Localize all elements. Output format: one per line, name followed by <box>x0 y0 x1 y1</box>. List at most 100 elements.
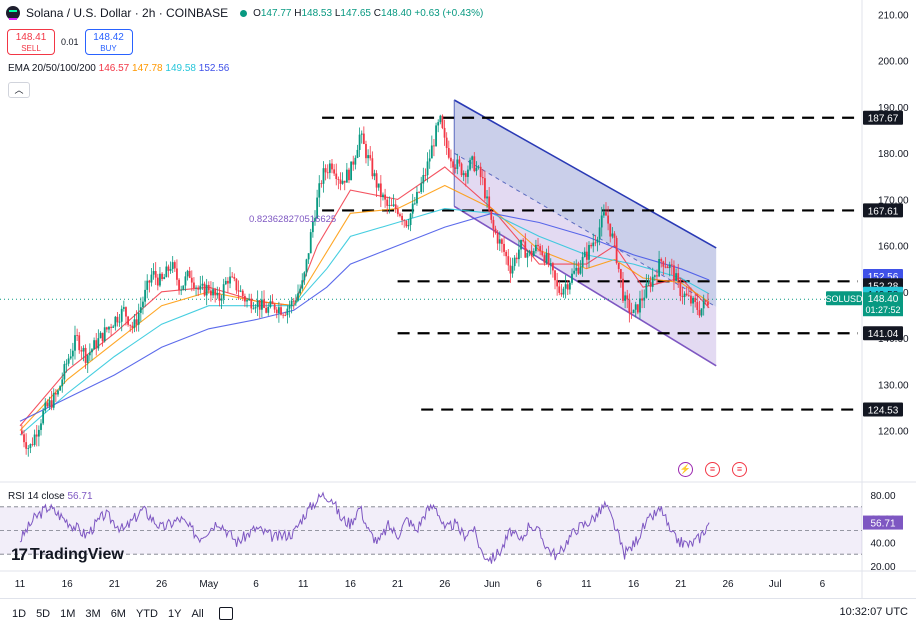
candle-body <box>643 297 646 301</box>
sell-button[interactable]: 148.41 SELL <box>7 29 55 55</box>
time-tick-label: Jun <box>484 579 500 590</box>
candle-body <box>218 292 221 301</box>
candle-body <box>545 253 548 263</box>
spread-value: 0.01 <box>61 37 79 47</box>
candle-body <box>636 304 639 313</box>
timeframe-ytd[interactable]: YTD <box>131 608 163 620</box>
candle-body <box>103 327 106 342</box>
timeframe-1d[interactable]: 1D <box>7 608 31 620</box>
candle-body <box>167 266 170 271</box>
candle-body <box>632 309 635 313</box>
candle-body <box>426 161 429 176</box>
chart-canvas[interactable]: 120.00130.00140.00150.00160.00170.00180.… <box>0 0 916 627</box>
candle-body <box>186 270 189 277</box>
candle-body <box>602 212 605 216</box>
candle-body <box>390 204 393 206</box>
buy-button[interactable]: 148.42 BUY <box>84 29 133 55</box>
time-tick-label: 11 <box>15 579 26 590</box>
candle-body <box>20 430 23 435</box>
candle-body <box>630 312 633 314</box>
candle-body <box>515 257 518 260</box>
price-axis-label-text: 124.53 <box>868 406 899 417</box>
price-axis-label-text: 167.61 <box>868 206 899 217</box>
timeframe-6m[interactable]: 6M <box>106 608 131 620</box>
candle-body <box>486 196 488 199</box>
candle-body <box>182 285 185 290</box>
candle-body <box>394 204 397 210</box>
candle-body <box>203 283 206 296</box>
rsi-legend[interactable]: RSI 14 close 56.71 <box>8 491 93 502</box>
candle-body <box>566 284 569 290</box>
time-tick-label: 6 <box>253 579 259 590</box>
candle-body <box>67 358 70 364</box>
candle-body <box>617 263 620 270</box>
candle-body <box>263 299 265 308</box>
candle-body <box>173 262 176 269</box>
candle-body <box>556 280 559 287</box>
candle-body <box>339 179 342 184</box>
time-tick-label: May <box>199 579 218 590</box>
timeframe-5d[interactable]: 5D <box>31 608 55 620</box>
candle-body <box>35 434 38 437</box>
candle-body <box>322 168 325 184</box>
candle-body <box>454 167 457 169</box>
timeframe-3m[interactable]: 3M <box>80 608 105 620</box>
candle-body <box>341 180 344 184</box>
timeframe-1y[interactable]: 1Y <box>163 608 186 620</box>
candle-body <box>303 272 306 281</box>
candle-body <box>473 156 476 172</box>
candle-body <box>108 326 110 330</box>
candle-body <box>178 279 180 290</box>
candle-body <box>583 251 586 257</box>
candle-body <box>371 158 374 177</box>
candle-body <box>139 307 142 313</box>
candle-body <box>282 314 285 316</box>
candle-body <box>641 298 643 301</box>
ema-legend[interactable]: EMA 20/50/100/200 146.57 147.78 149.58 1… <box>8 63 229 74</box>
candle-body <box>250 298 253 309</box>
candle-body <box>464 173 467 177</box>
candle-body <box>424 175 427 176</box>
candle-body <box>673 265 675 281</box>
candle-body <box>484 178 486 199</box>
timeframe-1m[interactable]: 1M <box>55 608 80 620</box>
candle-body <box>532 251 535 257</box>
symbol-title[interactable]: Solana / U.S. Dollar · 2h · COINBASE <box>26 6 228 20</box>
candle-body <box>477 166 480 168</box>
candle-body <box>443 127 446 138</box>
candle-body <box>403 220 406 221</box>
candle-body <box>613 233 616 238</box>
candle-body <box>37 429 40 437</box>
time-tick-label: 26 <box>722 579 734 590</box>
candle-body <box>511 266 514 274</box>
collapse-legend-button[interactable]: ︿ <box>8 82 30 98</box>
price-tick-label: 200.00 <box>878 57 909 68</box>
candle-body <box>224 280 227 285</box>
candle-body <box>337 178 340 180</box>
candle-body <box>605 212 607 216</box>
candle-body <box>248 298 251 301</box>
candle-body <box>252 308 255 310</box>
clock[interactable]: 10:32:07 UTC <box>840 606 908 618</box>
candle-body <box>110 326 112 328</box>
candle-body <box>677 273 680 281</box>
candle-body <box>594 242 597 244</box>
candle-body <box>354 157 357 165</box>
candle-body <box>148 280 151 283</box>
candle-body <box>63 364 66 380</box>
candle-body <box>530 250 533 257</box>
rsi-tick-label: 20.00 <box>870 562 895 573</box>
calendar-icon[interactable] <box>218 607 233 620</box>
candle-body <box>156 277 159 286</box>
candle-body <box>237 290 240 292</box>
timeframe-all[interactable]: All <box>186 608 208 620</box>
event-icon[interactable]: ⚡ <box>678 462 693 477</box>
time-tick-label: 11 <box>581 579 592 590</box>
bottom-toolbar: 1D 5D 1M 3M 6M YTD 1Y All 10:32:07 UTC <box>0 598 916 628</box>
us-flag-icon[interactable]: ≡ <box>705 462 720 477</box>
us-flag-icon[interactable]: ≡ <box>732 462 747 477</box>
candle-body <box>683 293 686 297</box>
candle-body <box>57 390 59 395</box>
candle-body <box>494 228 497 234</box>
candle-body <box>116 316 119 323</box>
